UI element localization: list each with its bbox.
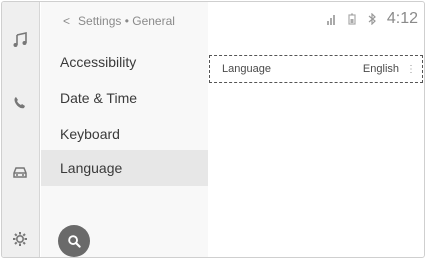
- back-chevron-icon[interactable]: <: [63, 14, 70, 28]
- menu-item-label: Accessibility: [60, 54, 137, 70]
- settings-screen: < Settings • General Accessibility Date &…: [1, 1, 425, 258]
- language-row-value: English: [362, 63, 399, 75]
- bluetooth-icon: [368, 13, 376, 25]
- menu-item-accessibility[interactable]: Accessibility: [41, 44, 208, 80]
- more-options-icon: ⋮: [406, 63, 416, 75]
- clock: 4:12: [386, 10, 418, 27]
- signal-icon: [326, 15, 335, 25]
- menu-item-label: Date & Time: [60, 90, 138, 106]
- search-button[interactable]: [58, 225, 90, 257]
- status-bar: 4:12: [326, 10, 418, 28]
- menu-item-label: Language: [60, 160, 123, 176]
- car-icon[interactable]: [11, 163, 29, 181]
- language-setting-row[interactable]: Language English ⋮: [209, 55, 423, 83]
- breadcrumb[interactable]: < Settings • General: [63, 14, 175, 28]
- language-row-label: Language: [222, 63, 271, 75]
- menu-item-label: Keyboard: [60, 126, 120, 142]
- gear-icon[interactable]: [11, 230, 29, 248]
- side-rail: [2, 2, 40, 257]
- menu-item-keyboard[interactable]: Keyboard: [41, 116, 208, 152]
- phone-icon[interactable]: [11, 94, 29, 112]
- breadcrumb-label: Settings • General: [78, 14, 175, 28]
- search-icon: [67, 234, 81, 248]
- menu-item-date-time[interactable]: Date & Time: [41, 80, 208, 116]
- battery-icon: [348, 13, 356, 25]
- music-note-icon[interactable]: [11, 31, 29, 49]
- menu-item-language[interactable]: Language: [41, 150, 208, 186]
- language-row-value-group: English ⋮: [363, 63, 416, 75]
- settings-menu: < Settings • General Accessibility Date &…: [41, 2, 208, 257]
